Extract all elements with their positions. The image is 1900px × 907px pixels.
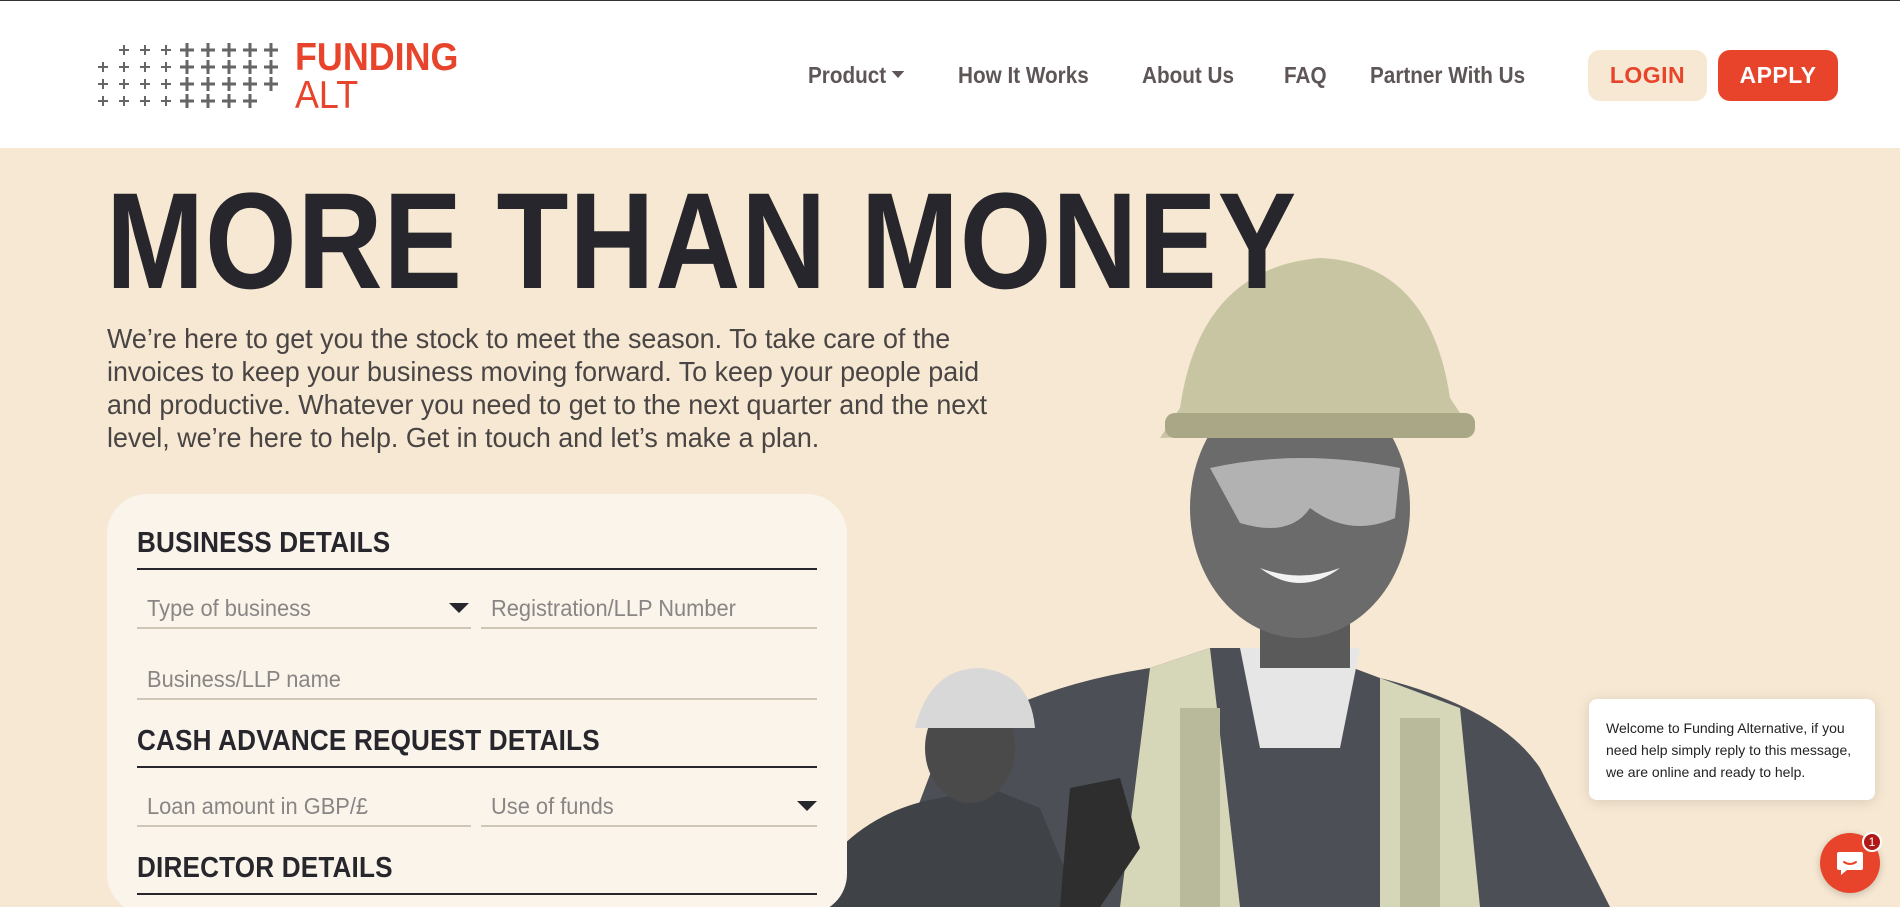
nav-how-it-works[interactable]: How It Works [958,62,1089,89]
registration-number-input[interactable]: Registration/LLP Number [481,589,817,629]
business-details-divider [137,568,817,570]
cash-advance-divider [137,766,817,768]
chevron-down-icon [797,801,817,811]
type-of-business-select[interactable]: Type of business [137,589,471,629]
use-of-funds-select[interactable]: Use of funds [481,787,817,827]
business-name-placeholder: Business/LLP name [147,665,341,692]
cash-advance-heading: CASH ADVANCE REQUEST DETAILS [137,725,600,757]
director-details-divider [137,893,817,895]
chat-welcome-message[interactable]: Welcome to Funding Alternative, if you n… [1589,699,1875,800]
type-of-business-placeholder: Type of business [147,594,311,621]
loan-amount-input[interactable]: Loan amount in GBP/£ [137,787,471,827]
site-header: FUNDING ALT Product How It Works About U… [0,1,1900,148]
use-of-funds-placeholder: Use of funds [491,792,614,819]
loan-amount-placeholder: Loan amount in GBP/£ [147,792,369,819]
chat-message-text: Welcome to Funding Alternative, if you n… [1606,720,1852,780]
chat-icon [1837,852,1863,875]
nav-product-label: Product [808,62,887,88]
director-details-heading: DIRECTOR DETAILS [137,852,393,884]
business-name-input[interactable]: Business/LLP name [137,660,817,700]
chat-unread-badge: 1 [1862,832,1882,852]
nav-partner-with-us[interactable]: Partner With Us [1370,62,1525,89]
chevron-down-icon [449,603,469,613]
apply-button[interactable]: APPLY [1718,50,1838,101]
hero-description: We’re here to get you the stock to meet … [107,323,988,453]
chevron-down-icon [891,71,905,79]
hero-title: MORE THAN MONEY [106,165,1298,318]
registration-number-placeholder: Registration/LLP Number [491,594,736,621]
business-details-heading: BUSINESS DETAILS [137,527,391,559]
login-button[interactable]: LOGIN [1588,50,1707,101]
nav-product[interactable]: Product [808,62,905,89]
nav-faq[interactable]: FAQ [1284,62,1327,89]
nav-about-us[interactable]: About Us [1142,62,1234,89]
